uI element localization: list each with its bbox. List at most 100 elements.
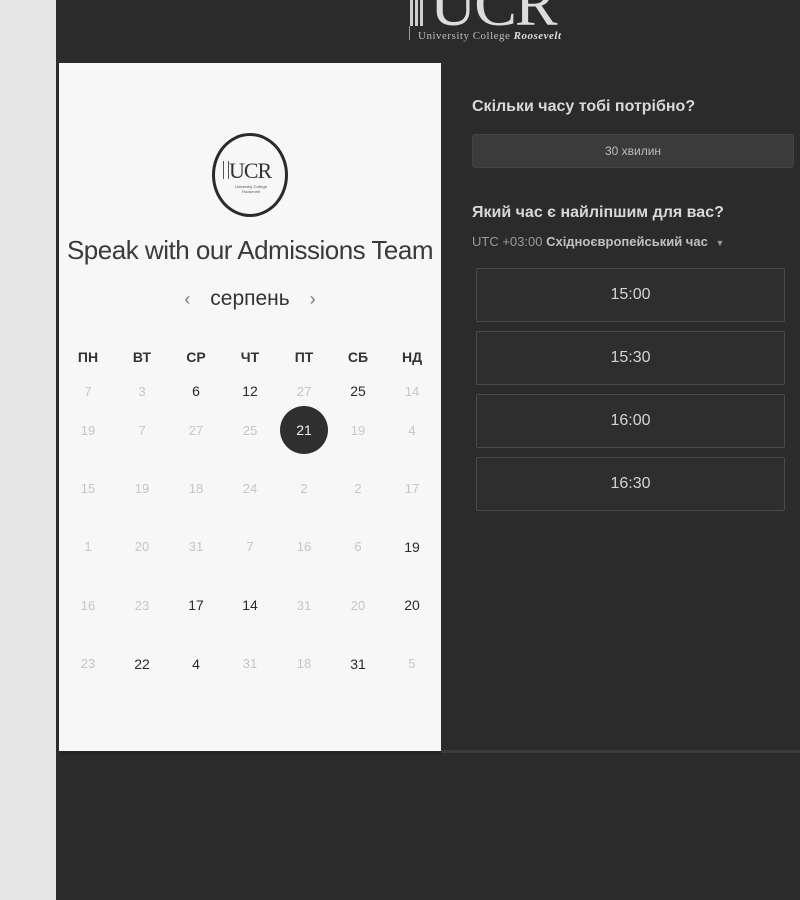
header-bar: UCR University College Roosevelt (56, 0, 800, 62)
day-number: 2 (354, 481, 362, 497)
day-number: 17 (188, 597, 204, 614)
day-number: 31 (350, 655, 366, 672)
unavailable-day-cell: 1 (61, 518, 115, 576)
unavailable-day-cell: 7 (61, 367, 115, 399)
duration-question: Скільки часу тобі потрібно? (472, 98, 696, 115)
calendar-week: 19 7 27 25 21 19 4 (61, 401, 439, 459)
unavailable-day-cell: 23 (61, 635, 115, 693)
unavailable-day-cell: 20 (331, 576, 385, 634)
unavailable-day-cell: 31 (277, 576, 331, 634)
unavailable-day-cell: 5 (385, 635, 439, 693)
card-logo: UCR University College Roosevelt (212, 133, 288, 217)
unavailable-day-cell: 3 (115, 367, 169, 399)
day-number: 18 (188, 481, 204, 497)
unavailable-day-cell: 24 (223, 459, 277, 517)
unavailable-day-cell: 31 (169, 518, 223, 576)
unavailable-day-cell: 19 (331, 401, 385, 459)
unavailable-day-cell: 6 (331, 518, 385, 576)
day-number: 22 (134, 655, 150, 672)
booking-panel: Скільки часу тобі потрібно? 30 хвилин Як… (472, 98, 794, 511)
day-number: 23 (134, 597, 150, 613)
day-number: 14 (242, 597, 258, 614)
time-slot-button[interactable]: 16:30 (476, 457, 785, 511)
panel-divider (441, 750, 800, 753)
available-day-cell[interactable]: 25 (331, 367, 385, 399)
unavailable-day-cell: 27 (169, 401, 223, 459)
left-gutter (0, 0, 56, 900)
unavailable-day-cell: 18 (277, 635, 331, 693)
weekday-header: ПН ВТ СР ЧТ ПТ СБ НД (61, 347, 439, 367)
available-day-cell[interactable]: 17 (169, 576, 223, 634)
day-number: 24 (242, 481, 258, 497)
ucr-logo: UCR University College Roosevelt (406, 0, 591, 46)
card-logo-letters: UCR (229, 158, 272, 183)
day-number: 18 (296, 656, 312, 672)
weekday-label: ЧТ (240, 349, 260, 365)
calendar-weeks: 7 3 6 12 27 25 14 19 7 27 25 21 19 4 15 19 18 24 2 2 17 1 20 31… (61, 367, 439, 693)
card-title: Speak with our Admissions Team (66, 235, 434, 265)
day-number: 2 (300, 481, 308, 497)
unavailable-day-cell: 15 (61, 459, 115, 517)
timezone-offset: UTC +03:00 (472, 234, 543, 249)
unavailable-day-cell: 19 (115, 459, 169, 517)
unavailable-day-cell: 18 (169, 459, 223, 517)
day-number: 4 (192, 655, 200, 672)
unavailable-day-cell: 17 (385, 459, 439, 517)
day-number: 19 (134, 481, 150, 497)
available-day-cell[interactable]: 20 (385, 576, 439, 634)
weekday-label: НД (401, 349, 423, 365)
time-slot-button[interactable]: 15:00 (476, 268, 785, 322)
unavailable-day-cell: 20 (115, 518, 169, 576)
card-logo-subtitle: University College Roosevelt (234, 184, 268, 194)
next-month-button[interactable]: › (300, 289, 326, 310)
available-day-cell[interactable]: 19 (385, 518, 439, 576)
unavailable-day-cell: 27 (277, 367, 331, 399)
day-number: 15 (80, 481, 96, 497)
logo-subtitle-bold: Roosevelt (513, 30, 562, 42)
day-number: 16 (296, 539, 312, 555)
prev-month-button[interactable]: ‹ (174, 289, 200, 310)
unavailable-day-cell: 7 (115, 401, 169, 459)
time-slot-button[interactable]: 15:30 (476, 331, 785, 385)
day-number: 5 (408, 656, 416, 672)
available-day-cell[interactable]: 4 (169, 635, 223, 693)
weekday-label: СБ (347, 349, 369, 365)
day-number: 1 (84, 539, 92, 555)
weekday-label: СР (186, 349, 206, 365)
day-number: 6 (354, 539, 362, 555)
available-day-cell[interactable]: 12 (223, 367, 277, 399)
available-day-cell[interactable]: 31 (331, 635, 385, 693)
day-number: 7 (246, 539, 254, 555)
logo-subtitle: University College Roosevelt (418, 30, 562, 42)
unavailable-day-cell: 2 (277, 459, 331, 517)
duration-option-button[interactable]: 30 хвилин (472, 134, 794, 168)
day-number: 31 (188, 539, 204, 555)
available-day-cell[interactable]: 22 (115, 635, 169, 693)
logo-pillars-icon (410, 0, 430, 26)
day-number: 21 (280, 406, 328, 455)
available-day-cell[interactable]: 6 (169, 367, 223, 399)
unavailable-day-cell: 7 (223, 518, 277, 576)
available-day-cell[interactable]: 14 (223, 576, 277, 634)
day-number: 20 (350, 597, 366, 613)
timezone-selector[interactable]: UTC +03:00 Східноєвропейський час ▼ (472, 234, 724, 249)
calendar-week: 15 19 18 24 2 2 17 (61, 459, 439, 517)
time-slot-button[interactable]: 16:00 (476, 394, 785, 448)
day-number: 19 (350, 422, 366, 438)
day-number: 27 (188, 422, 204, 438)
day-number: 20 (134, 539, 150, 555)
selected-day-cell[interactable]: 21 (277, 401, 331, 459)
day-number: 31 (296, 597, 312, 613)
day-number: 31 (242, 656, 258, 672)
unavailable-day-cell: 19 (61, 401, 115, 459)
unavailable-day-cell: 4 (385, 401, 439, 459)
logo-subtitle-plain: University College (418, 30, 514, 42)
logo-divider (409, 26, 410, 40)
timezone-name: Східноєвропейський час (546, 234, 708, 249)
month-navigator: ‹ серпень › (59, 287, 441, 311)
unavailable-day-cell: 31 (223, 635, 277, 693)
unavailable-day-cell: 14 (385, 367, 439, 399)
day-number: 23 (80, 656, 96, 672)
day-number: 19 (80, 422, 96, 438)
day-number: 16 (80, 597, 96, 613)
